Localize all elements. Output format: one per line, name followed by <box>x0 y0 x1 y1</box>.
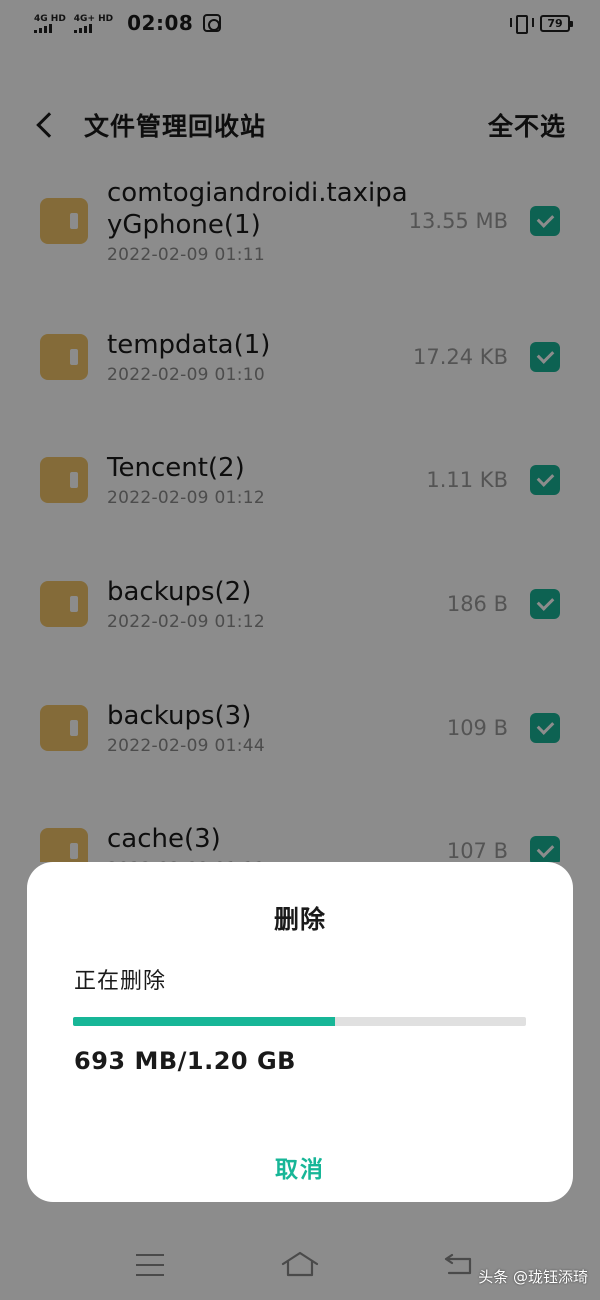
dialog-title: 删除 <box>273 905 326 934</box>
home-icon[interactable] <box>280 1250 320 1278</box>
menu-icon[interactable] <box>136 1254 164 1276</box>
delete-dialog: 删除 正在删除 693 MB/1.20 GB 取消 <box>27 862 573 1202</box>
progress-fill <box>73 1017 335 1026</box>
progress-amount: 693 MB/1.20 GB <box>74 1047 296 1075</box>
back-icon[interactable] <box>443 1252 473 1276</box>
dialog-status: 正在删除 <box>74 969 167 994</box>
system-nav-bar <box>0 1230 600 1300</box>
watermark: 头条 @珑钰添琦 <box>478 1268 588 1286</box>
cancel-button[interactable]: 取消 <box>27 1150 573 1184</box>
delete-progress-bar <box>73 1017 526 1026</box>
